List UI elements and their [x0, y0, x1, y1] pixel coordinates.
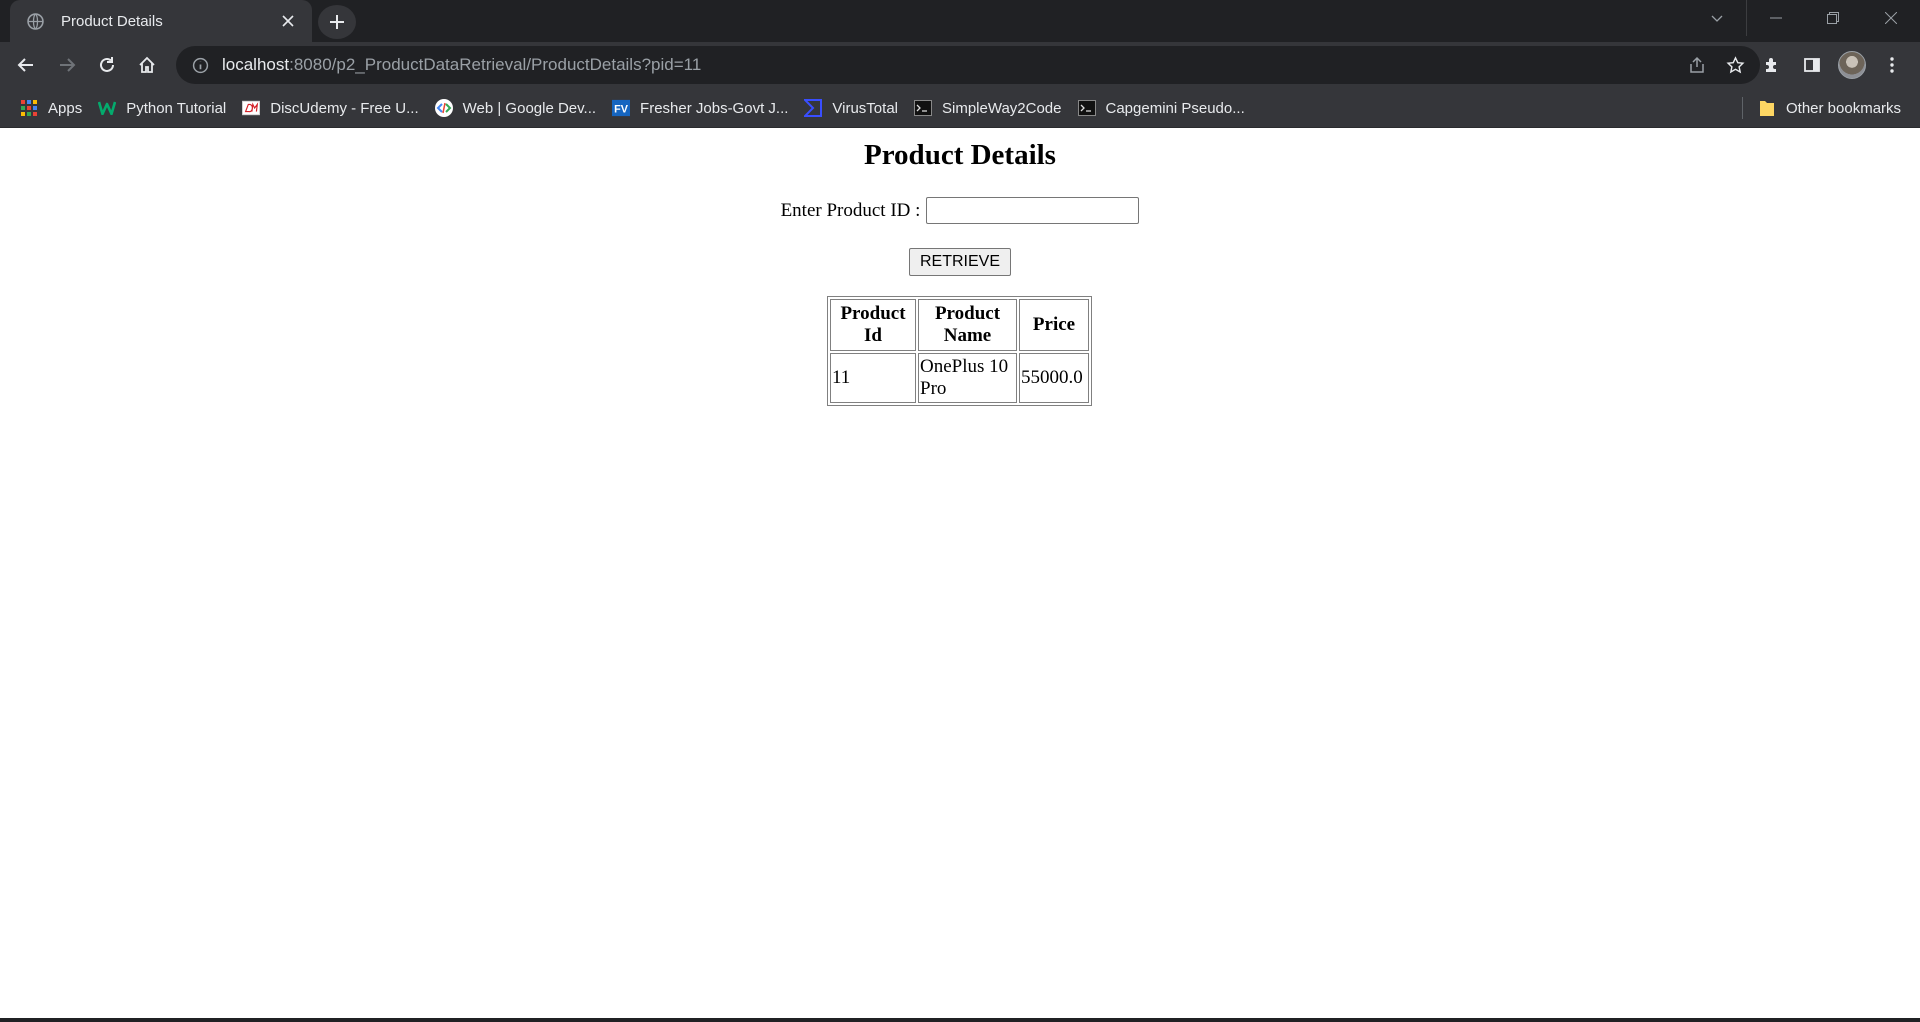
bookmark-list: Apps Python Tutorial DiscUdemy - Free U.… — [14, 88, 1255, 128]
product-table: Product Id Product Name Price 11 OnePlus 1… — [827, 296, 1092, 406]
close-window-button[interactable] — [1862, 0, 1920, 36]
bookmark-label: Capgemini Pseudo... — [1105, 99, 1245, 117]
reload-icon — [100, 57, 114, 72]
header-line: Name — [943, 325, 992, 346]
header-line: Product — [934, 303, 1001, 324]
minimize-icon — [1769, 17, 1782, 19]
avatar — [1838, 51, 1866, 79]
side-panel-icon[interactable] — [1796, 49, 1828, 81]
browser-toolbar: localhost:8080/p2_ProductDataRetrieval/P… — [0, 42, 1920, 88]
w3schools-icon — [98, 99, 117, 117]
product-id-input[interactable] — [926, 197, 1140, 224]
close-icon — [1885, 12, 1897, 24]
share-icon[interactable] — [1682, 50, 1712, 80]
bookmark-label: Fresher Jobs-Govt J... — [640, 99, 789, 117]
header-line: Product — [840, 303, 906, 324]
virustotal-icon — [804, 99, 823, 117]
browser-tab[interactable]: Product Details — [10, 0, 312, 42]
bookmark-capgemini[interactable]: Capgemini Pseudo... — [1072, 93, 1255, 123]
page-title: Product Details — [864, 139, 1056, 171]
google-developers-icon — [434, 99, 453, 117]
bookmark-label: SimpleWay2Code — [942, 99, 1062, 117]
reload-button[interactable] — [91, 49, 123, 81]
back-button[interactable] — [10, 49, 42, 81]
bookmark-virustotal[interactable]: VirusTotal — [798, 93, 908, 123]
bookmark-discudemy[interactable]: DiscUdemy - Free U... — [236, 93, 428, 123]
bookmark-label: Python Tutorial — [126, 99, 227, 117]
bookmark-label: Apps — [48, 99, 83, 117]
extensions-icon[interactable] — [1756, 49, 1788, 81]
home-button[interactable] — [131, 49, 163, 81]
discudemy-icon — [242, 99, 261, 117]
globe-icon — [26, 12, 45, 31]
svg-text:FV: FV — [614, 104, 629, 116]
header-line: Id — [864, 325, 882, 346]
cell-text: 11 — [832, 367, 851, 388]
header-price: Price — [1019, 299, 1089, 351]
window-controls — [1688, 0, 1920, 36]
arrow-right-icon — [60, 58, 76, 72]
address-bar-actions — [1682, 50, 1750, 80]
arrow-left-icon — [17, 58, 33, 72]
product-id-label: Enter Product ID : — [780, 199, 921, 221]
header-product-name: Product Name — [918, 299, 1017, 351]
plus-icon — [330, 15, 344, 29]
taskbar-edge — [0, 1018, 1920, 1022]
bookmark-label: Web | Google Dev... — [462, 99, 597, 117]
bookmark-label: DiscUdemy - Free U... — [270, 99, 419, 117]
url-path: :8080/p2_ProductDataRetrieval/ProductDet… — [289, 55, 702, 74]
bookmark-google-developers[interactable]: Web | Google Dev... — [429, 93, 606, 123]
bookmark-fresher-jobs[interactable]: FV Fresher Jobs-Govt J... — [606, 93, 798, 123]
new-tab-button[interactable] — [318, 5, 356, 39]
product-table-wrapper: Product Id Product Name Price 11 OnePlus 1… — [827, 296, 1092, 406]
close-tab-icon[interactable] — [278, 11, 298, 31]
table-row: 11 OnePlus 10 Pro 55000.0 — [830, 353, 1089, 403]
address-bar[interactable]: localhost:8080/p2_ProductDataRetrieval/P… — [176, 46, 1760, 84]
cell-text: Pro — [920, 378, 947, 399]
minimize-button[interactable] — [1746, 0, 1804, 36]
fv-icon: FV — [612, 99, 631, 117]
url-host: localhost — [222, 55, 290, 74]
cell-product-name: OnePlus 10 Pro — [918, 353, 1017, 403]
bookmarks-divider — [1742, 97, 1743, 119]
restore-icon — [1827, 12, 1839, 24]
terminal-icon — [914, 99, 932, 117]
header-product-id: Product Id — [830, 299, 916, 351]
profile-button[interactable] — [1836, 49, 1868, 81]
button-row: RETRIEVE — [0, 248, 1920, 276]
folder-icon — [1758, 99, 1776, 117]
forward-button[interactable] — [51, 49, 83, 81]
bookmark-python-tutorial[interactable]: Python Tutorial — [92, 93, 236, 123]
apps-grid-icon — [20, 99, 38, 117]
chevron-down-icon — [1711, 15, 1723, 22]
bookmark-other-bookmarks[interactable]: Other bookmarks — [1752, 93, 1911, 123]
cell-text: OnePlus 10 — [920, 356, 1009, 377]
restore-button[interactable] — [1804, 0, 1862, 36]
toolbar-right — [1756, 49, 1908, 81]
url-text: localhost:8080/p2_ProductDataRetrieval/P… — [222, 55, 701, 75]
tab-title: Product Details — [61, 12, 163, 30]
table-header-row: Product Id Product Name Price — [830, 299, 1089, 351]
site-info-icon[interactable] — [190, 55, 210, 75]
cell-product-id: 11 — [830, 353, 916, 403]
bookmark-label: VirusTotal — [832, 99, 898, 117]
header-line: Price — [1032, 314, 1076, 335]
tab-search-button[interactable] — [1688, 0, 1746, 36]
cell-price: 55000.0 — [1019, 353, 1089, 403]
bookmarks-bar: Apps Python Tutorial DiscUdemy - Free U.… — [0, 88, 1920, 128]
retrieve-button[interactable]: RETRIEVE — [908, 248, 1011, 276]
page-content: Product Details Enter Product ID : RETRI… — [0, 129, 1920, 1018]
star-icon[interactable] — [1720, 50, 1750, 80]
tab-strip: Product Details — [0, 0, 1920, 42]
menu-kebab-icon[interactable] — [1876, 49, 1908, 81]
bookmark-apps[interactable]: Apps — [14, 93, 92, 123]
bookmark-label: Other bookmarks — [1786, 99, 1902, 117]
terminal-icon — [1077, 99, 1096, 117]
cell-text: 55000.0 — [1021, 367, 1083, 388]
bookmark-simpleway2code[interactable]: SimpleWay2Code — [908, 93, 1072, 123]
product-id-form: Enter Product ID : — [0, 197, 1920, 224]
home-icon — [139, 56, 155, 73]
